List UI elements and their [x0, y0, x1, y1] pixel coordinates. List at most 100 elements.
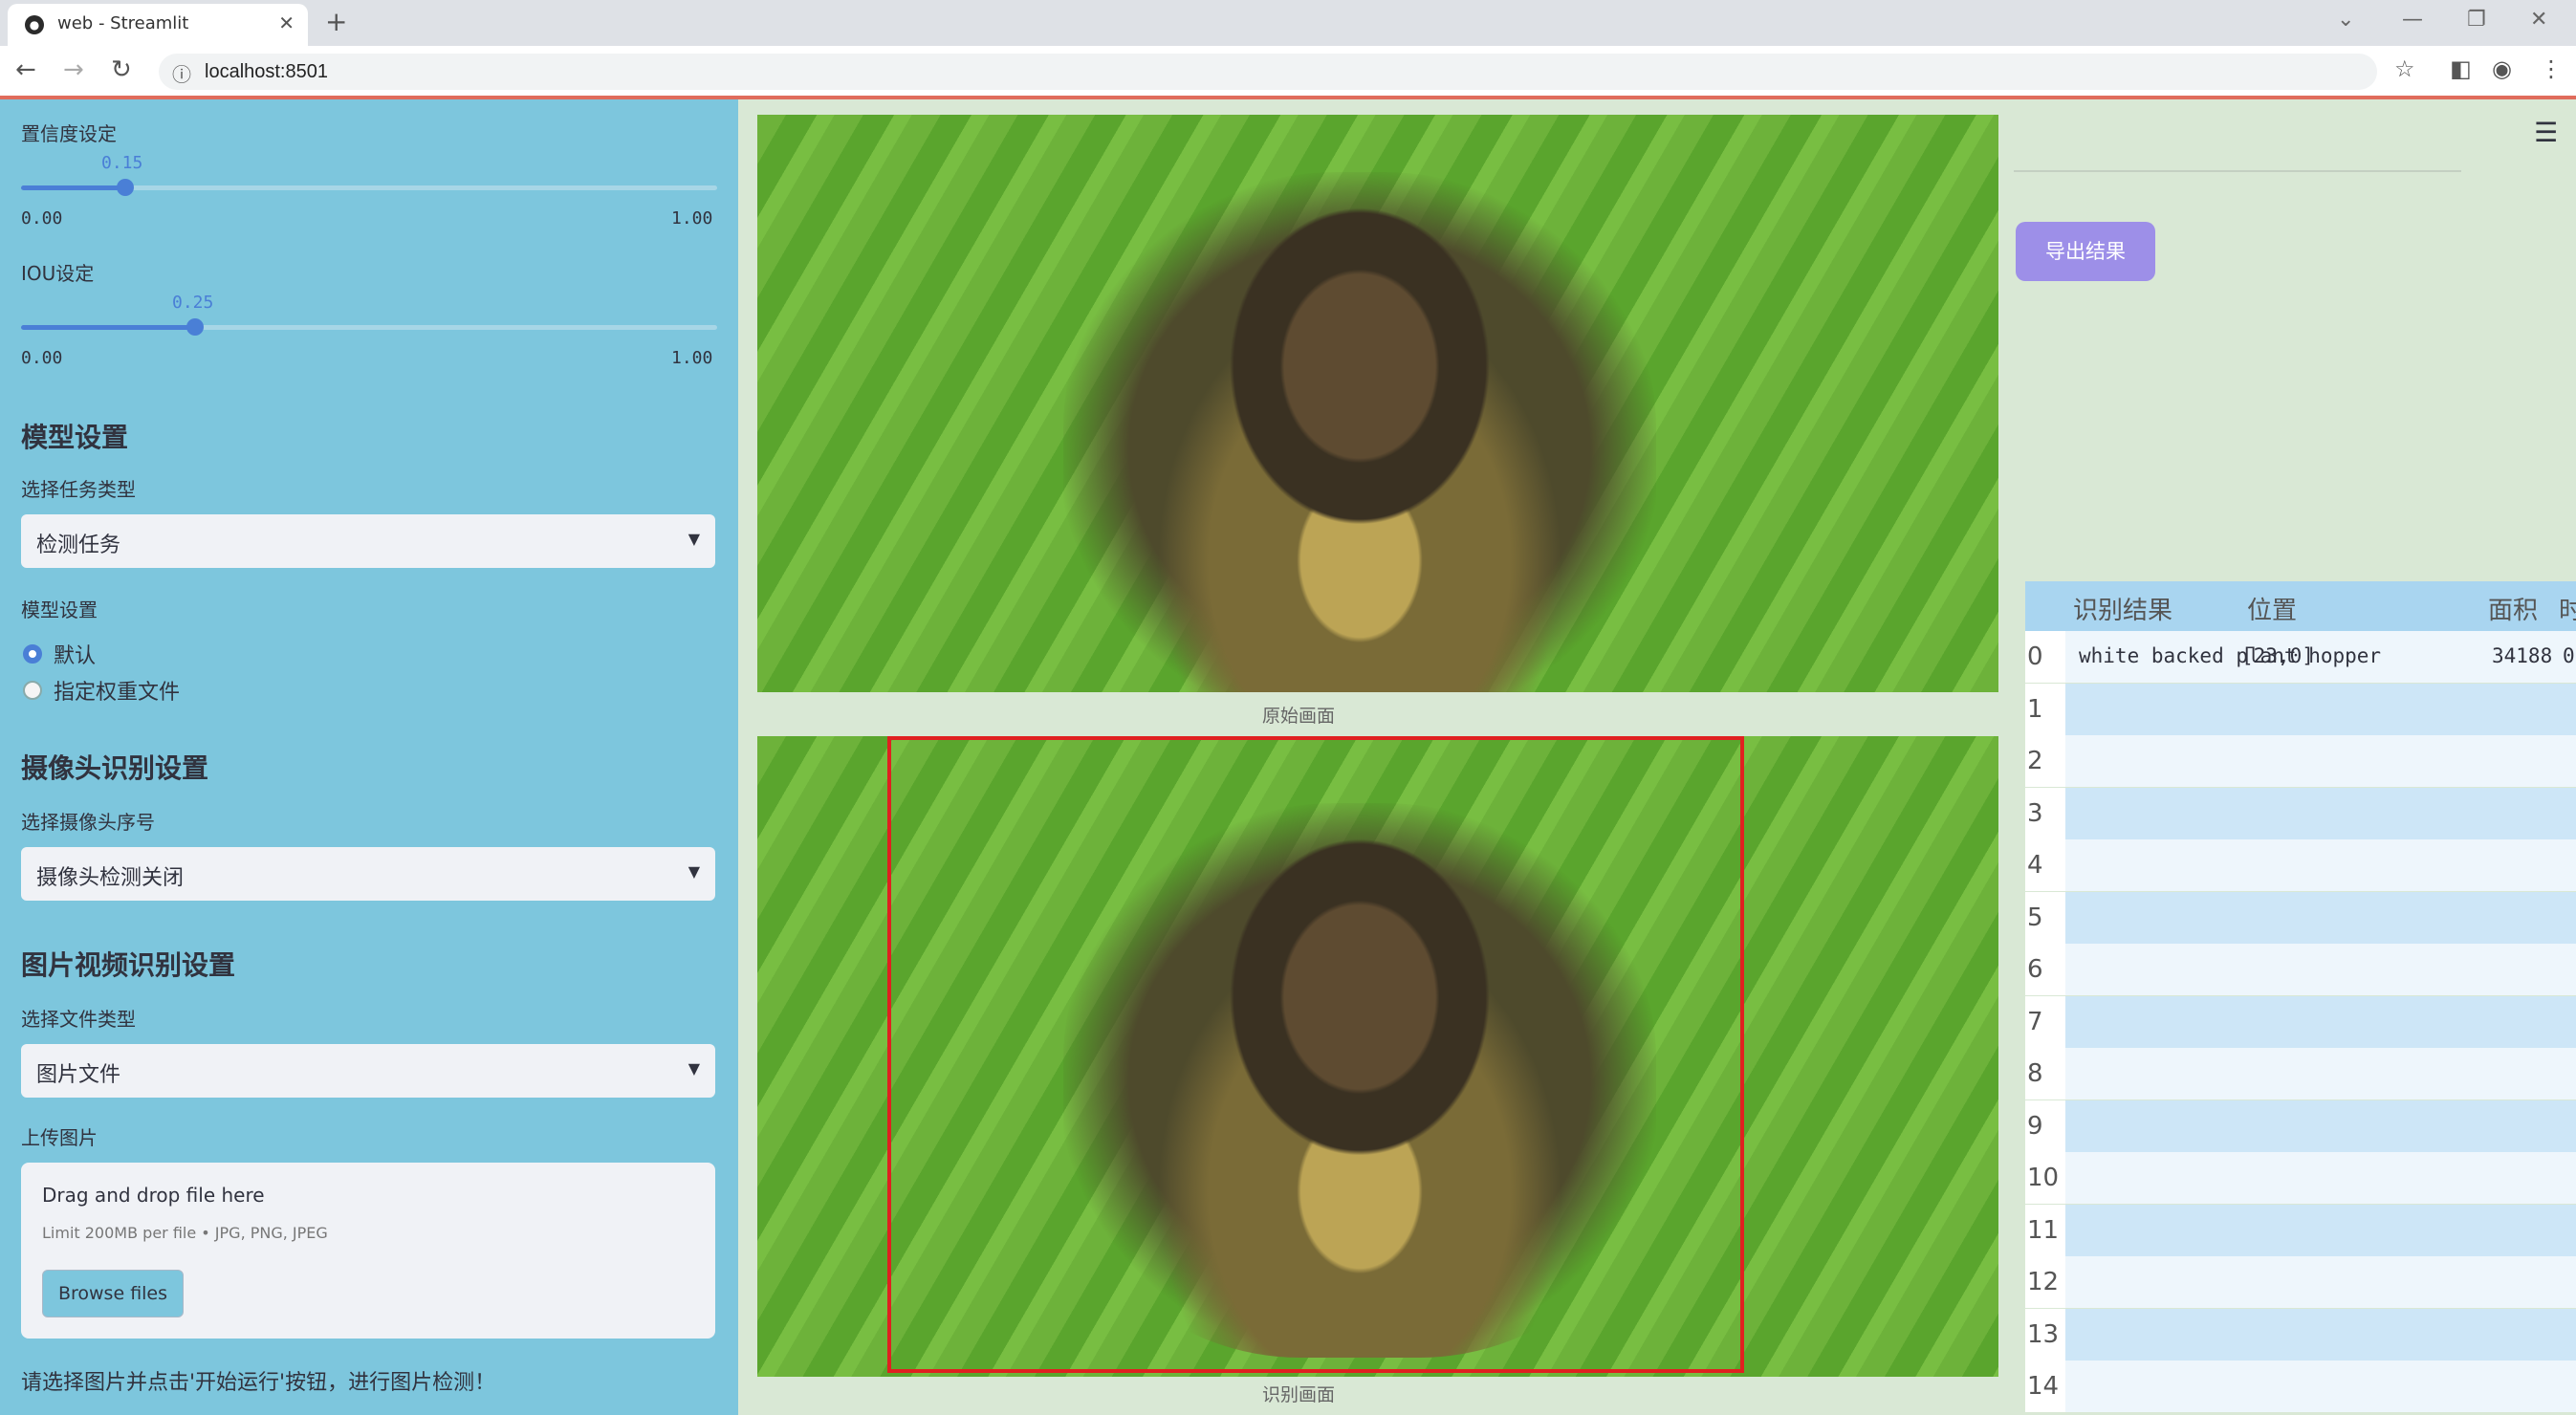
camera-heading: 摄像头识别设置 — [21, 752, 209, 784]
site-info-icon[interactable]: ⓘ — [172, 59, 191, 87]
confidence-slider-fill — [21, 185, 126, 190]
row-index-cell: 9 — [2025, 1099, 2065, 1152]
header-area[interactable]: 面积 — [2488, 591, 2538, 626]
forward-icon[interactable]: → — [63, 55, 84, 84]
row-cells — [2065, 1048, 2576, 1099]
chevron-down-icon: ▼ — [688, 530, 700, 548]
table-row[interactable]: 11 — [2025, 1204, 2576, 1256]
browser-tab[interactable]: ● web - Streamlit ✕ — [8, 4, 308, 46]
row-index-cell: 6 — [2025, 944, 2065, 995]
task-type-select[interactable]: 检测任务 ▼ — [21, 514, 715, 568]
close-window-icon[interactable]: ✕ — [2530, 8, 2547, 32]
streamlit-favicon-icon: ● — [25, 15, 44, 34]
row-index-cell: 12 — [2025, 1256, 2065, 1308]
radio-default[interactable] — [23, 644, 42, 664]
row-index-cell: 10 — [2025, 1152, 2065, 1204]
camera-select[interactable]: 摄像头检测关闭 ▼ — [21, 847, 715, 901]
confidence-label: 置信度设定 — [21, 122, 117, 145]
detection-box — [887, 736, 1744, 1373]
confidence-min: 0.00 — [21, 208, 63, 229]
table-row[interactable]: 2 — [2025, 735, 2576, 787]
table-row[interactable]: 6 — [2025, 944, 2576, 995]
url-field[interactable]: ⓘ localhost:8501 — [159, 54, 2377, 90]
task-type-value: 检测任务 — [36, 533, 121, 557]
header-position[interactable]: 位置 — [2247, 591, 2297, 626]
table-row[interactable]: 12 — [2025, 1256, 2576, 1308]
iou-slider-thumb[interactable] — [186, 318, 204, 336]
iou-slider[interactable] — [21, 318, 717, 336]
table-header-index — [2025, 581, 2065, 631]
file-type-select[interactable]: 图片文件 ▼ — [21, 1044, 715, 1098]
row-index-cell: 3 — [2025, 787, 2065, 839]
camera-index-label: 选择摄像头序号 — [21, 811, 155, 834]
camera-select-value: 摄像头检测关闭 — [36, 866, 185, 890]
table-row[interactable]: 9 — [2025, 1099, 2576, 1152]
confidence-slider-thumb[interactable] — [117, 179, 135, 196]
table-row[interactable]: 14 — [2025, 1361, 2576, 1412]
cell-result[interactable]: white backed plant hopper — [2079, 644, 2381, 667]
table-row[interactable]: 5 — [2025, 891, 2576, 944]
table-row[interactable]: 3 — [2025, 787, 2576, 839]
cell-area[interactable]: 34188 — [2492, 644, 2552, 667]
new-tab-icon[interactable]: + — [325, 6, 347, 37]
profile-avatar-icon[interactable]: ◉ — [2492, 55, 2512, 82]
row-index-cell: 14 — [2025, 1361, 2065, 1412]
table-row[interactable]: 0 white backed plant hopper[23,0] 34188 0.0… — [2025, 631, 2576, 683]
row-index: 14 — [2027, 1372, 2060, 1401]
cell-position[interactable]: [23,0] — [2241, 644, 2314, 667]
radio-weight-file[interactable] — [23, 681, 42, 700]
url-text: localhost:8501 — [205, 61, 328, 82]
row-index: 9 — [2027, 1111, 2043, 1141]
file-type-label: 选择文件类型 — [21, 1008, 136, 1031]
hamburger-menu-icon[interactable]: ☰ — [2534, 117, 2558, 148]
row-cells — [2065, 1361, 2576, 1412]
row-index: 4 — [2027, 851, 2043, 880]
bookmark-star-icon[interactable]: ☆ — [2394, 55, 2415, 82]
confidence-slider[interactable] — [21, 179, 717, 196]
row-cells — [2065, 735, 2576, 787]
row-cells — [2065, 787, 2576, 839]
row-cells — [2065, 891, 2576, 944]
sidebar-instruction: 请选择图片并点击'开始运行'按钮，进行图片检测！ — [21, 1371, 496, 1395]
restore-icon[interactable]: ❐ — [2467, 8, 2486, 32]
table-row[interactable]: 8 — [2025, 1048, 2576, 1099]
media-heading: 图片视频识别设置 — [21, 949, 236, 981]
tab-search-icon[interactable]: ⌄ — [2337, 8, 2354, 32]
iou-label: IOU设定 — [21, 262, 95, 285]
row-cells — [2065, 1256, 2576, 1308]
table-row[interactable]: 13 — [2025, 1308, 2576, 1361]
row-cells — [2065, 1308, 2576, 1361]
upload-label: 上传图片 — [21, 1126, 98, 1149]
file-type-value: 图片文件 — [36, 1063, 121, 1087]
reload-icon[interactable]: ↻ — [111, 55, 132, 84]
export-results-button[interactable]: 导出结果 — [2016, 222, 2155, 281]
browser-menu-icon[interactable]: ⋮ — [2540, 55, 2563, 82]
original-caption: 原始画面 — [1262, 706, 1336, 727]
table-row[interactable]: 1 — [2025, 683, 2576, 735]
radio-weight-file-label[interactable]: 指定权重文件 — [54, 675, 180, 706]
row-index-cell: 13 — [2025, 1308, 2065, 1361]
browse-files-button[interactable]: Browse files — [42, 1270, 184, 1317]
side-panel-icon[interactable]: ◧ — [2450, 55, 2472, 82]
row-index-cell: 8 — [2025, 1048, 2065, 1099]
iou-value: 0.25 — [172, 293, 214, 313]
row-cells — [2065, 1204, 2576, 1256]
table-row[interactable]: 10 — [2025, 1152, 2576, 1204]
back-icon[interactable]: ← — [15, 55, 36, 84]
header-result[interactable]: 识别结果 — [2073, 591, 2172, 626]
detected-image — [757, 736, 1998, 1377]
close-tab-icon[interactable]: ✕ — [278, 11, 295, 34]
file-uploader-dropzone[interactable]: Drag and drop file here Limit 200MB per … — [21, 1163, 715, 1339]
row-index: 10 — [2027, 1164, 2060, 1192]
browser-tab-bar: ● web - Streamlit ✕ + ⌄ — ❐ ✕ — [0, 0, 2576, 46]
confidence-value: 0.15 — [101, 153, 143, 173]
row-cells: white backed plant hopper[23,0] 34188 0.05 — [2065, 631, 2576, 683]
row-index: 11 — [2027, 1215, 2060, 1245]
minimize-icon[interactable]: — — [2402, 8, 2423, 32]
upload-limit: Limit 200MB per file • JPG, PNG, JPEG — [42, 1224, 328, 1242]
table-row[interactable]: 4 — [2025, 839, 2576, 891]
cell-time[interactable]: 0.05 — [2563, 644, 2576, 667]
radio-default-label[interactable]: 默认 — [54, 639, 96, 669]
iou-min: 0.00 — [21, 348, 63, 368]
table-row[interactable]: 7 — [2025, 995, 2576, 1048]
